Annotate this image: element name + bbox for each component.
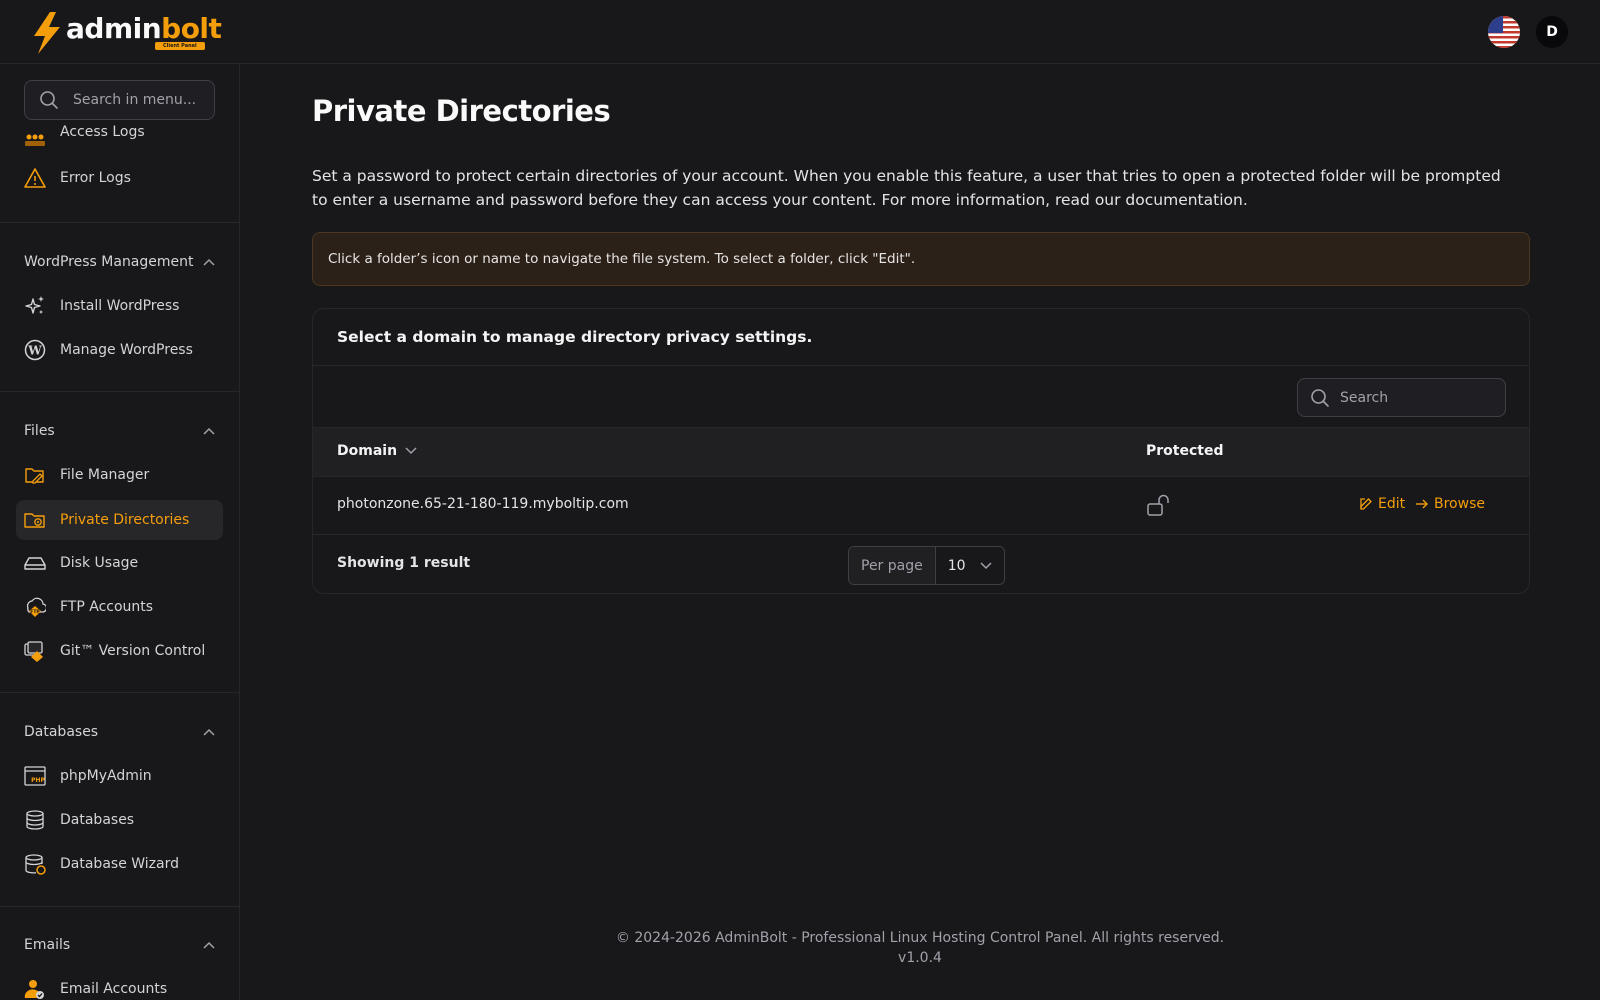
search-icon: [40, 91, 58, 109]
browse-button[interactable]: Browse: [1415, 496, 1485, 512]
chevron-up-icon: [203, 728, 215, 736]
per-page-label: Per page: [849, 547, 936, 584]
sidebar-divider: [0, 906, 239, 907]
sidebar-item-disk-usage[interactable]: Disk Usage: [16, 543, 223, 583]
table-search-placeholder: Search: [1340, 389, 1389, 406]
warning-icon: [24, 167, 46, 189]
ftp-icon: FTP: [24, 596, 46, 618]
sparkles-icon: [24, 295, 46, 317]
chevron-up-icon: [203, 258, 215, 266]
copyright-text: © 2024-2026 AdminBolt - Professional Lin…: [615, 930, 1225, 946]
brand-name: adminbolt: [66, 12, 222, 45]
svg-text:PHP: PHP: [31, 777, 45, 784]
edit-icon: [1360, 498, 1372, 510]
table-search-input[interactable]: Search: [1297, 378, 1506, 417]
sidebar-item-install-wordpress[interactable]: Install WordPress: [16, 286, 223, 326]
us-flag-icon[interactable]: [1488, 16, 1520, 48]
info-notice: Click a folder’s icon or name to navigat…: [312, 232, 1530, 286]
sidebar-item-private-directories[interactable]: Private Directories: [16, 500, 223, 540]
table-header: Domain Protected: [313, 427, 1529, 477]
sidebar-item-git-version-control[interactable]: Git™ Version Control: [16, 631, 223, 671]
domains-card: Select a domain to manage directory priv…: [312, 308, 1530, 594]
edit-button[interactable]: Edit: [1359, 496, 1405, 512]
sidebar-item-manage-wordpress[interactable]: W Manage WordPress: [16, 330, 223, 370]
column-header-protected: Protected: [1146, 443, 1224, 459]
chevron-up-icon: [203, 941, 215, 949]
sidebar-item-file-manager[interactable]: File Manager: [16, 455, 223, 495]
sidebar-divider: [0, 692, 239, 693]
menu-search-input[interactable]: Search in menu...: [24, 80, 215, 120]
svg-text:W: W: [27, 344, 42, 358]
sidebar-item-error-logs[interactable]: Error Logs: [16, 158, 223, 198]
database-wizard-icon: [24, 853, 46, 875]
per-page-dropdown[interactable]: 10: [935, 547, 1004, 584]
chevron-up-icon: [203, 427, 215, 435]
git-icon: [24, 640, 46, 662]
folder-lock-icon: [24, 509, 46, 531]
search-icon: [1311, 388, 1329, 407]
group-emails[interactable]: Emails: [24, 933, 215, 957]
chevron-down-icon: [405, 447, 417, 455]
per-page-select[interactable]: Per page 10: [848, 546, 1005, 585]
svg-text:FTP: FTP: [30, 609, 40, 615]
page-description: Set a password to protect certain direct…: [312, 167, 1501, 209]
top-bar: adminbolt Client Panel D: [0, 0, 1600, 64]
card-title: Select a domain to manage directory priv…: [313, 309, 1529, 366]
results-count: Showing 1 result: [337, 555, 471, 571]
page-title: Private Directories: [312, 94, 611, 128]
brand-badge: Client Panel: [155, 42, 205, 50]
sidebar-item-phpmyadmin[interactable]: PHP phpMyAdmin: [16, 756, 223, 796]
folder-edit-icon: [24, 464, 46, 486]
domain-cell[interactable]: photonzone.65-21-180-119.myboltip.com: [337, 496, 629, 512]
table-footer: Showing 1 result Per page 10: [313, 535, 1529, 593]
column-header-domain[interactable]: Domain: [337, 443, 417, 459]
group-files[interactable]: Files: [24, 419, 215, 443]
sidebar-item-access-logs[interactable]: Access Logs: [16, 124, 223, 152]
wordpress-icon: W: [24, 339, 46, 361]
brand-logo[interactable]: adminbolt Client Panel: [30, 12, 222, 54]
table-row: photonzone.65-21-180-119.myboltip.com Ed…: [313, 477, 1529, 535]
sidebar-item-ftp-accounts[interactable]: FTP FTP Accounts: [16, 587, 223, 627]
bolt-logo-icon: [34, 12, 60, 54]
email-accounts-icon: [24, 978, 46, 1000]
access-logs-icon: [24, 130, 46, 152]
sidebar: Search in menu... Access Logs Error Logs…: [0, 64, 240, 1000]
sidebar-divider: [0, 222, 239, 223]
sidebar-divider: [0, 391, 239, 392]
group-wordpress-management[interactable]: WordPress Management: [24, 250, 215, 274]
page-footer: © 2024-2026 AdminBolt - Professional Lin…: [240, 928, 1600, 968]
menu-search-placeholder: Search in menu...: [73, 92, 197, 108]
group-databases[interactable]: Databases: [24, 720, 215, 744]
database-icon: [24, 809, 46, 831]
sidebar-item-email-accounts[interactable]: Email Accounts: [16, 969, 223, 1000]
chevron-down-icon: [980, 561, 992, 569]
arrow-right-icon: [1416, 499, 1428, 509]
avatar[interactable]: D: [1536, 16, 1568, 48]
hard-drive-icon: [24, 552, 46, 574]
phpmyadmin-icon: PHP: [24, 765, 46, 787]
sidebar-item-database-wizard[interactable]: Database Wizard: [16, 844, 223, 884]
version-text: v1.0.4: [898, 950, 942, 966]
unlocked-icon: [1147, 494, 1169, 516]
sidebar-item-databases[interactable]: Databases: [16, 800, 223, 840]
